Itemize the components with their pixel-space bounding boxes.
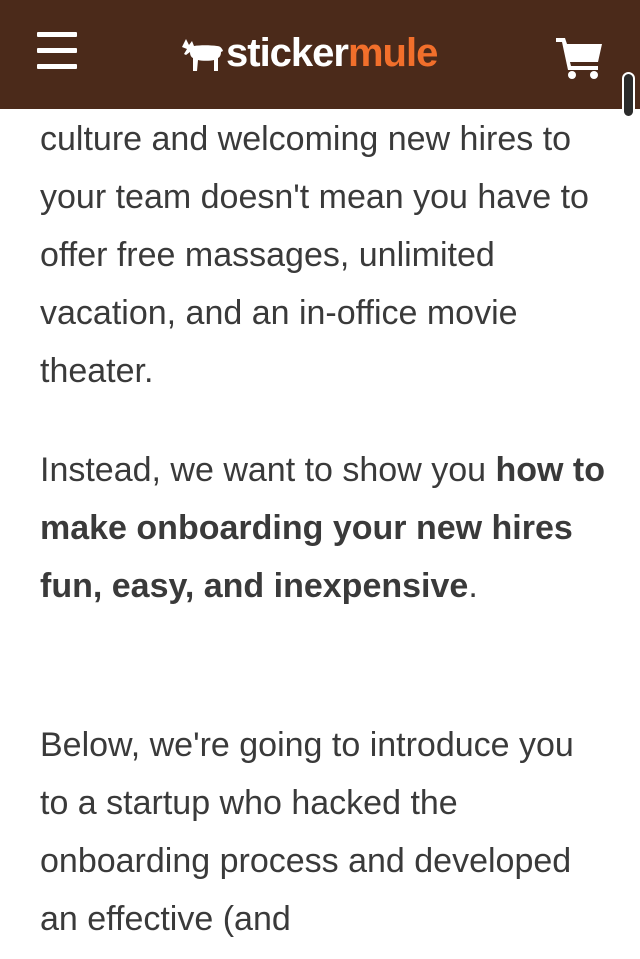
menu-button[interactable] <box>34 30 82 74</box>
article-paragraph-2: Instead, we want to show you how to make… <box>40 441 610 615</box>
article-paragraph-1: culture and welcoming new hires to your … <box>40 120 589 390</box>
mule-icon <box>182 39 223 71</box>
shopping-cart-icon <box>556 38 602 79</box>
top-nav-bar: stickermule <box>0 0 640 109</box>
scrollbar-thumb[interactable] <box>622 72 635 118</box>
logo-text: stickermule <box>226 31 438 75</box>
paragraph-2-end: . <box>468 567 478 605</box>
stickermule-logo[interactable]: stickermule <box>180 28 438 78</box>
logo-text-sticker: sticker <box>226 31 349 75</box>
cart-button[interactable] <box>554 34 606 80</box>
article-paragraph-3: Below, we're going to introduce you to a… <box>40 726 574 938</box>
paragraph-2-intro: Instead, we want to show you <box>40 451 496 489</box>
logo-text-mule: mule <box>347 31 438 75</box>
